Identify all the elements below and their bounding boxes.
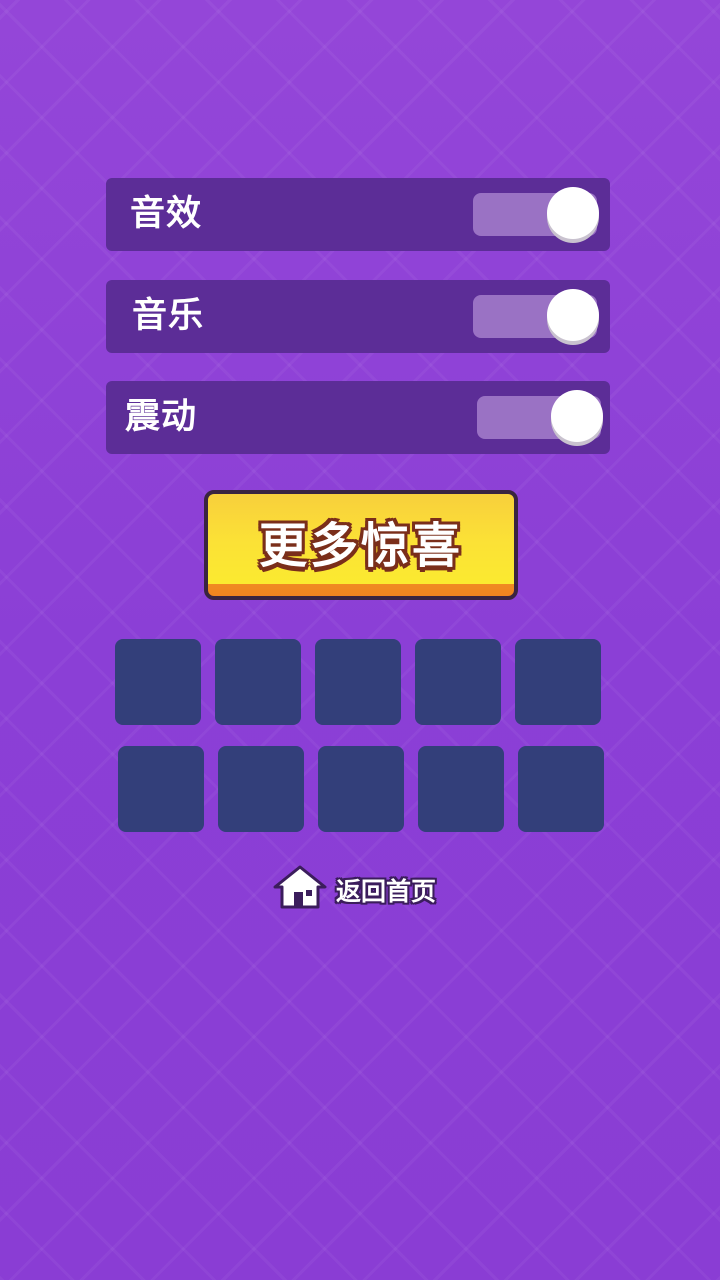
setting-row-vibration: 震动: [106, 381, 610, 454]
sound-effects-label: 音效: [130, 194, 203, 234]
vibration-label: 震动: [125, 397, 198, 437]
game-tile[interactable]: [515, 639, 601, 725]
sound-effects-toggle[interactable]: [473, 187, 599, 239]
game-tile[interactable]: [418, 746, 504, 832]
game-tile[interactable]: [318, 746, 404, 832]
vibration-toggle[interactable]: [477, 390, 603, 442]
game-tile[interactable]: [415, 639, 501, 725]
return-home-label: 返回首页: [336, 877, 437, 906]
game-tile[interactable]: [518, 746, 604, 832]
game-tile[interactable]: [115, 639, 201, 725]
more-surprises-label: 更多惊喜: [258, 518, 463, 574]
toggle-knob: [551, 390, 603, 442]
game-tile[interactable]: [118, 746, 204, 832]
setting-row-sound-effects: 音效: [106, 178, 610, 251]
toggle-knob: [547, 187, 599, 239]
music-toggle[interactable]: [473, 289, 599, 341]
game-tile[interactable]: [218, 746, 304, 832]
game-tile[interactable]: [315, 639, 401, 725]
music-label: 音乐: [132, 296, 205, 336]
toggle-knob: [547, 289, 599, 341]
more-surprises-button[interactable]: 更多惊喜: [204, 490, 518, 600]
return-home-button[interactable]: 返回首页: [272, 864, 452, 912]
setting-row-music: 音乐: [106, 280, 610, 353]
game-tile[interactable]: [215, 639, 301, 725]
home-icon: [273, 865, 327, 909]
